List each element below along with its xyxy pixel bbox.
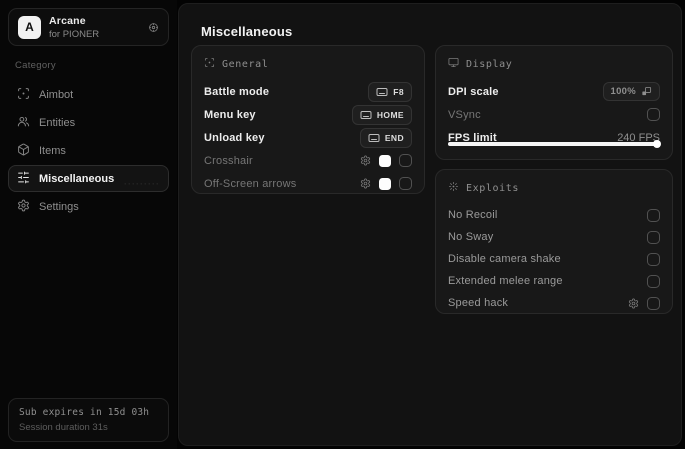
color-swatch[interactable] (379, 177, 391, 190)
package-icon (17, 143, 30, 159)
setting-row-battle-mode: Battle mode F8 (204, 80, 412, 103)
sidebar-item-label: Settings (39, 200, 79, 213)
sidebar-nav: Aimbot Entities Items Miscellaneous ····… (0, 81, 177, 220)
setting-row-offscreen-arrows: Off-Screen arrows (204, 172, 412, 195)
app-header: A Arcane for PIONER (8, 8, 169, 46)
no-recoil-checkbox[interactable] (647, 208, 660, 222)
app-logo: A (18, 15, 41, 39)
scan-icon (17, 87, 30, 103)
grid-scan-icon (204, 57, 215, 71)
setting-label: Battle mode (204, 85, 270, 98)
keyboard-icon (368, 133, 380, 142)
setting-label: No Sway (448, 231, 494, 243)
setting-row-crosshair: Crosshair (204, 149, 412, 172)
setting-row-unload-key: Unload key END (204, 126, 412, 149)
setting-row-no-recoil: No Recoil (448, 204, 660, 226)
monitor-icon (448, 57, 459, 71)
sidebar-item-aimbot[interactable]: Aimbot (8, 81, 169, 108)
offscreen-arrows-checkbox[interactable] (399, 177, 412, 190)
sidebar-item-label: Entities (39, 116, 76, 129)
subscription-info: Sub expires in 15d 03h Session duration … (8, 398, 169, 442)
fps-limit-slider[interactable] (448, 140, 661, 148)
slider-fill (448, 142, 660, 146)
keybind-value: END (384, 132, 404, 143)
sidebar: A Arcane for PIONER Category Aimbot Enti… (0, 0, 177, 449)
users-icon (17, 115, 30, 131)
setting-label: Menu key (204, 108, 256, 121)
app-subtitle: for PIONER (49, 28, 100, 40)
extended-melee-range-checkbox[interactable] (647, 274, 660, 288)
session-duration-text: Session duration 31s (19, 422, 108, 433)
keyboard-icon (360, 110, 372, 119)
dpi-scale-value: 100% (610, 86, 636, 97)
exploits-panel-title: Exploits (466, 182, 519, 194)
disable-camera-shake-checkbox[interactable] (647, 252, 660, 266)
general-panel-header: General (204, 57, 412, 71)
app-name: Arcane (49, 14, 86, 27)
setting-row-extended-melee-range: Extended melee range (448, 270, 660, 292)
color-swatch[interactable] (379, 154, 391, 167)
sidebar-item-label: Items (39, 144, 66, 157)
setting-label: Unload key (204, 131, 265, 144)
app-title-block: Arcane for PIONER (49, 15, 99, 40)
sub-expiry-text: Sub expires in 15d 03h (19, 407, 150, 418)
sidebar-item-settings[interactable]: Settings (8, 193, 169, 220)
page-title: Miscellaneous (201, 24, 293, 39)
sidebar-item-miscellaneous[interactable]: Miscellaneous ········· (8, 165, 169, 192)
sidebar-item-items[interactable]: Items (8, 137, 169, 164)
display-panel-header: Display (448, 57, 660, 71)
exploits-panel-header: Exploits (448, 181, 660, 195)
no-sway-checkbox[interactable] (647, 230, 660, 244)
keyboard-icon (376, 87, 388, 96)
keybind-button-menu-key[interactable]: HOME (351, 104, 412, 125)
setting-row-speed-hack: Speed hack (448, 292, 660, 314)
keybind-button-unload-key[interactable]: END (359, 127, 412, 148)
keybind-value: F8 (393, 86, 404, 97)
gear-icon (17, 199, 30, 215)
gear-icon[interactable] (148, 22, 159, 33)
crosshair-checkbox[interactable] (399, 154, 412, 167)
main-content: Miscellaneous General Battle mode F8 Men… (178, 3, 682, 446)
shimmer-dots: ········· (124, 179, 160, 189)
setting-label: No Recoil (448, 209, 498, 221)
sidebar-item-label: Aimbot (39, 88, 74, 101)
dpi-scale-select[interactable]: 100% (602, 82, 660, 101)
setting-row-no-sway: No Sway (448, 226, 660, 248)
general-panel: General Battle mode F8 Menu key HOME Unl… (191, 45, 425, 194)
setting-label: Off-Screen arrows (204, 177, 297, 190)
sidebar-item-entities[interactable]: Entities (8, 109, 169, 136)
setting-label: Speed hack (448, 297, 509, 309)
general-panel-title: General (222, 58, 269, 70)
setting-row-menu-key: Menu key HOME (204, 103, 412, 126)
keybind-button-battle-mode[interactable]: F8 (368, 81, 412, 102)
setting-label: DPI scale (448, 85, 499, 98)
display-panel: Display DPI scale 100% VSync FPS limit 2… (435, 45, 673, 160)
category-label: Category (15, 60, 56, 71)
setting-row-vsync: VSync (448, 103, 660, 126)
setting-row-disable-camera-shake: Disable camera shake (448, 248, 660, 270)
vsync-checkbox[interactable] (647, 108, 660, 121)
gear-icon[interactable] (360, 155, 371, 166)
gear-icon[interactable] (360, 178, 371, 189)
display-panel-title: Display (466, 58, 513, 70)
exploits-panel: Exploits No Recoil No Sway Disable camer… (435, 169, 673, 314)
setting-label: Crosshair (204, 154, 253, 167)
speed-hack-checkbox[interactable] (647, 296, 660, 310)
setting-label: Disable camera shake (448, 253, 561, 265)
slider-knob[interactable] (653, 140, 661, 148)
sidebar-item-label: Miscellaneous (39, 172, 115, 185)
setting-row-dpi-scale: DPI scale 100% (448, 80, 660, 103)
setting-label: VSync (448, 108, 481, 121)
scaling-icon (642, 86, 652, 96)
keybind-value: HOME (376, 109, 404, 120)
radiation-icon (448, 181, 459, 195)
sliders-icon (17, 171, 30, 187)
gear-icon[interactable] (628, 298, 639, 309)
setting-label: Extended melee range (448, 275, 563, 287)
